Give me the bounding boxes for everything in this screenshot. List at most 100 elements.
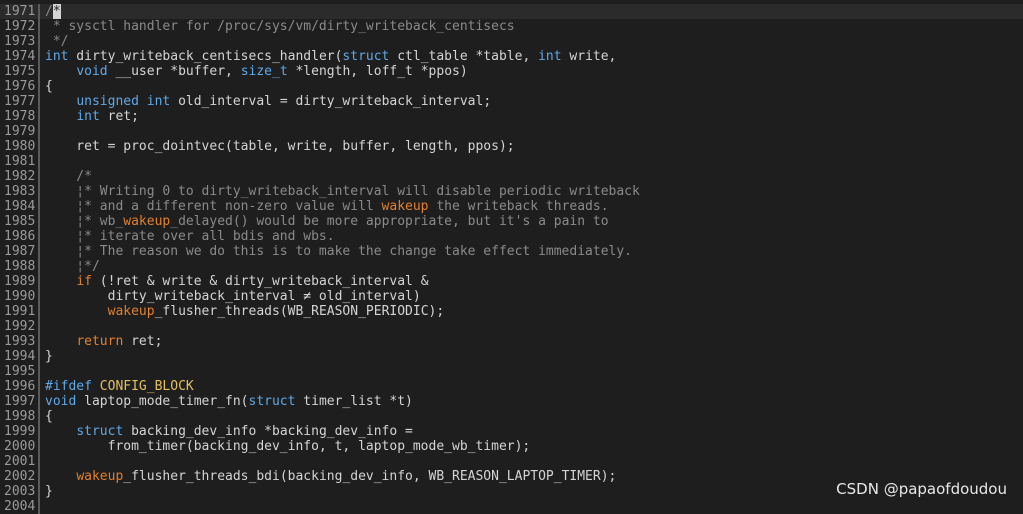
- code-line[interactable]: 1996 #ifdef CONFIG_BLOCK: [0, 379, 1023, 394]
- code-token: _delayed() would be more appropriate, bu…: [170, 214, 609, 229]
- code-text: return ret;: [45, 334, 1023, 349]
- gutter-divider: [38, 64, 40, 79]
- line-number: 1972: [4, 19, 36, 34]
- code-token: ¦* wb_: [45, 214, 124, 229]
- line-number: 1975: [4, 64, 36, 79]
- code-line[interactable]: 1981: [0, 154, 1023, 169]
- code-line[interactable]: 1991 wakeup_flusher_threads(WB_REASON_PE…: [0, 304, 1023, 319]
- code-line[interactable]: 1971 /*: [0, 4, 1023, 19]
- gutter-divider: [38, 424, 40, 439]
- gutter-divider: [38, 454, 40, 469]
- code-text: ¦*/: [45, 259, 1023, 274]
- code-token: ret;: [99, 109, 139, 124]
- code-token: #ifdef: [45, 379, 92, 394]
- code-token: if: [76, 274, 92, 289]
- code-line[interactable]: 1988 ¦*/: [0, 259, 1023, 274]
- code-line[interactable]: 1983 ¦* Writing 0 to dirty_writeback_int…: [0, 184, 1023, 199]
- code-text: {: [45, 409, 1023, 424]
- gutter-divider: [38, 4, 40, 19]
- code-line[interactable]: 1979: [0, 124, 1023, 139]
- code-line[interactable]: 1993 return ret;: [0, 334, 1023, 349]
- code-token: ¦* iterate over all bdis and wbs.: [45, 229, 335, 244]
- code-line[interactable]: 1986 ¦* iterate over all bdis and wbs.: [0, 229, 1023, 244]
- line-number: 1996: [4, 379, 36, 394]
- code-editor[interactable]: 1971/* 1972 * sysctl handler for /proc/sy…: [0, 4, 1023, 514]
- code-token: dirty_writeback_interval ≠ old_interval): [45, 289, 421, 304]
- line-number: 1992: [4, 319, 36, 334]
- code-line[interactable]: 1976 {: [0, 79, 1023, 94]
- line-number: 1978: [4, 109, 36, 124]
- code-line[interactable]: 1974 int dirty_writeback_centisecs_handle…: [0, 49, 1023, 64]
- code-token: from_timer(backing_dev_info, t, laptop_m…: [45, 439, 531, 454]
- code-token: }: [45, 484, 53, 499]
- code-text: void laptop_mode_timer_fn(struct timer_l…: [45, 394, 1023, 409]
- code-line[interactable]: 2001: [0, 454, 1023, 469]
- code-text: void __user *buffer, size_t *length, lof…: [45, 64, 1023, 79]
- code-line[interactable]: 1997 void laptop_mode_timer_fn(struct tim…: [0, 394, 1023, 409]
- code-text: ¦* The reason we do this is to make the …: [45, 244, 1023, 259]
- gutter-divider: [38, 229, 40, 244]
- code-line[interactable]: 1980 ret = proc_dointvec(table, write, b…: [0, 139, 1023, 154]
- code-token: struct: [248, 394, 296, 409]
- code-token: laptop_mode_timer_fn(: [76, 394, 249, 409]
- line-number: 1979: [4, 124, 36, 139]
- line-number: 1980: [4, 139, 36, 154]
- line-number: 1982: [4, 169, 36, 184]
- line-number: 1989: [4, 274, 36, 289]
- code-line[interactable]: 2000 from_timer(backing_dev_info, t, lap…: [0, 439, 1023, 454]
- gutter-divider: [38, 484, 40, 499]
- code-text: }: [45, 349, 1023, 364]
- line-number: 2000: [4, 439, 36, 454]
- code-line[interactable]: 1972 * sysctl handler for /proc/sys/vm/d…: [0, 19, 1023, 34]
- code-line[interactable]: 1990 dirty_writeback_interval ≠ old_inte…: [0, 289, 1023, 304]
- code-line[interactable]: 1985 ¦* wb_wakeup_delayed() would be mor…: [0, 214, 1023, 229]
- code-line[interactable]: 1973 */: [0, 34, 1023, 49]
- code-token: /: [45, 4, 53, 19]
- code-line[interactable]: 1978 int ret;: [0, 109, 1023, 124]
- code-line[interactable]: 1984 ¦* and a different non-zero value w…: [0, 199, 1023, 214]
- code-line[interactable]: 1982 /*: [0, 169, 1023, 184]
- code-token: size_t: [240, 64, 288, 79]
- code-text: */: [45, 34, 1023, 49]
- gutter-divider: [38, 349, 40, 364]
- code-text: int dirty_writeback_centisecs_handler(st…: [45, 49, 1023, 64]
- code-token: * sysctl handler for /proc/sys/vm/dirty_…: [45, 19, 515, 34]
- gutter-divider: [38, 334, 40, 349]
- code-token: old_interval = dirty_writeback_interval;: [170, 94, 492, 109]
- code-token: wakeup: [381, 199, 429, 214]
- code-line[interactable]: 1994}: [0, 349, 1023, 364]
- code-token: the writeback threads.: [428, 199, 609, 214]
- line-number: 2002: [4, 469, 36, 484]
- gutter-divider: [38, 199, 40, 214]
- gutter-divider: [38, 244, 40, 259]
- code-text: dirty_writeback_interval ≠ old_interval): [45, 289, 1023, 304]
- code-line[interactable]: 1987 ¦* The reason we do this is to make…: [0, 244, 1023, 259]
- code-token: ¦* and a different non-zero value will: [45, 199, 382, 214]
- code-text: unsigned int old_interval = dirty_writeb…: [45, 94, 1023, 109]
- code-line[interactable]: 2004: [0, 499, 1023, 514]
- code-token: int: [45, 49, 69, 64]
- code-line[interactable]: 1975 void __user *buffer, size_t *length…: [0, 64, 1023, 79]
- code-line[interactable]: 1995: [0, 364, 1023, 379]
- code-line[interactable]: 1977 unsigned int old_interval = dirty_w…: [0, 94, 1023, 109]
- line-number: 1993: [4, 334, 36, 349]
- line-number: 1983: [4, 184, 36, 199]
- code-line[interactable]: 1999 struct backing_dev_info *backing_de…: [0, 424, 1023, 439]
- code-text: ¦* wb_wakeup_delayed() would be more app…: [45, 214, 1023, 229]
- code-line[interactable]: 1989 if (!ret & write & dirty_writeback_…: [0, 274, 1023, 289]
- line-number: 1973: [4, 34, 36, 49]
- line-number: 1990: [4, 289, 36, 304]
- code-line[interactable]: 1998 {: [0, 409, 1023, 424]
- code-line[interactable]: 1992: [0, 319, 1023, 334]
- code-token: int: [538, 49, 562, 64]
